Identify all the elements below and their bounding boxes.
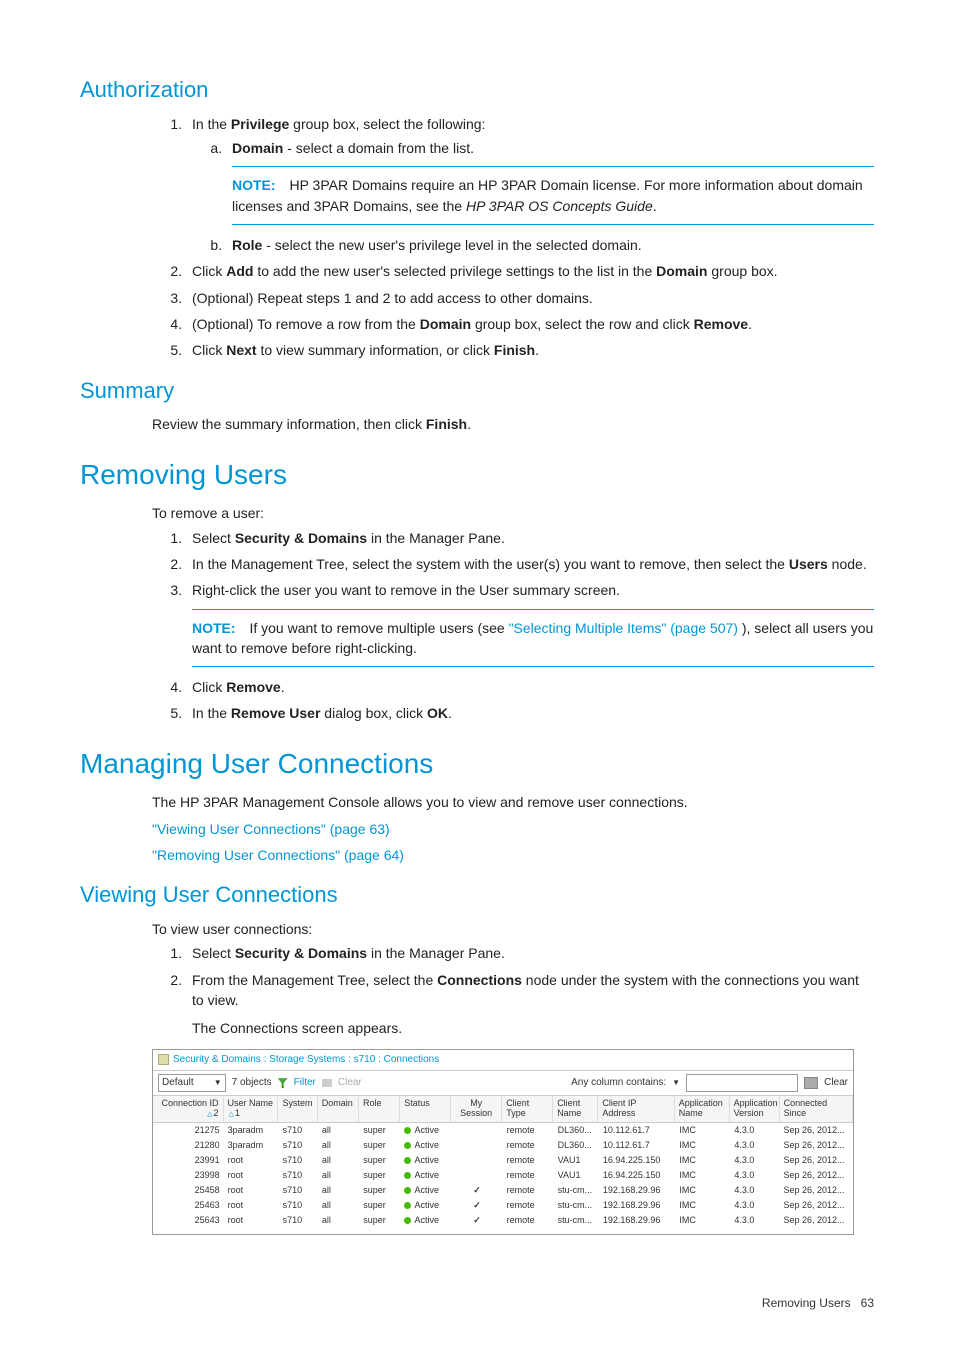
rem-step-5: In the Remove User dialog box, click OK.: [186, 703, 874, 723]
rem-step-3: Right-click the user you want to remove …: [186, 580, 874, 667]
managing-intro: The HP 3PAR Management Console allows yo…: [152, 792, 874, 812]
col-client-type[interactable]: Client Type: [502, 1096, 553, 1122]
note-multi-remove: NOTE: If you want to remove multiple use…: [192, 609, 874, 668]
screenshot-breadcrumb: Security & Domains : Storage Systems : s…: [153, 1050, 853, 1072]
auth-step-4: (Optional) To remove a row from the Doma…: [186, 314, 874, 334]
heading-summary: Summary: [80, 375, 874, 407]
col-domain[interactable]: Domain: [318, 1096, 359, 1122]
clear-search-button[interactable]: Clear: [824, 1076, 848, 1091]
heading-managing-connections: Managing User Connections: [80, 744, 874, 785]
note-label: NOTE:: [232, 177, 276, 193]
table-row[interactable]: 212753paradms710allsuperActiveremoteDL36…: [153, 1123, 853, 1138]
table-row[interactable]: 25643roots710allsuperActive✓remotestu-cm…: [153, 1213, 853, 1228]
col-client-ip[interactable]: Client IP Address: [598, 1096, 674, 1122]
col-my-session[interactable]: My Session: [451, 1096, 502, 1122]
clear-filter-icon: [322, 1079, 332, 1087]
table-row[interactable]: 25463roots710allsuperActive✓remotestu-cm…: [153, 1198, 853, 1213]
summary-body: Review the summary information, then cli…: [152, 414, 874, 434]
view-result-text: The Connections screen appears.: [192, 1018, 874, 1038]
group-dropdown[interactable]: Default▼: [158, 1074, 226, 1092]
table-row[interactable]: 212803paradms710allsuperActiveremoteDL36…: [153, 1138, 853, 1153]
col-role[interactable]: Role: [359, 1096, 400, 1122]
chevron-down-icon: ▼: [214, 1077, 222, 1089]
table-header-row: Connection ID △2 User Name △1 System Dom…: [153, 1096, 853, 1123]
note-domain-license: NOTE: HP 3PAR Domains require an HP 3PAR…: [232, 166, 874, 225]
page-footer: Removing Users 63: [80, 1295, 874, 1312]
filter-icon[interactable]: [278, 1078, 288, 1088]
auth-sub-a: Domain - select a domain from the list. …: [226, 138, 874, 225]
rem-step-2: In the Management Tree, select the syste…: [186, 554, 874, 574]
object-count: 7 objects: [232, 1076, 272, 1091]
auth-step-5: Click Next to view summary information, …: [186, 340, 874, 360]
col-connected-since[interactable]: Connected Since: [780, 1096, 853, 1122]
printer-icon[interactable]: [804, 1077, 818, 1089]
screenshot-toolbar: Default▼ 7 objects Filter Clear Any colu…: [153, 1071, 853, 1096]
chevron-down-icon[interactable]: ▼: [672, 1077, 680, 1089]
col-user-name[interactable]: User Name △1: [224, 1096, 279, 1122]
col-application-name[interactable]: Application Name: [675, 1096, 730, 1122]
auth-sub-b: Role - select the new user's privilege l…: [226, 235, 874, 255]
removing-steps: Select Security & Domains in the Manager…: [152, 528, 874, 724]
search-input[interactable]: [686, 1074, 798, 1092]
table-row[interactable]: 25458roots710allsuperActive✓remotestu-cm…: [153, 1183, 853, 1198]
auth-step-1: In the Privilege group box, select the f…: [186, 114, 874, 255]
col-connection-id[interactable]: Connection ID △2: [153, 1096, 224, 1122]
heading-authorization: Authorization: [80, 74, 874, 106]
note-label: NOTE:: [192, 620, 236, 636]
auth-substeps: Domain - select a domain from the list. …: [192, 138, 874, 255]
heading-removing-users: Removing Users: [80, 455, 874, 496]
view-step-1: Select Security & Domains in the Manager…: [186, 943, 874, 963]
table-body: 212753paradms710allsuperActiveremoteDL36…: [153, 1123, 853, 1228]
table-row[interactable]: 23991roots710allsuperActiveremoteVAU116.…: [153, 1153, 853, 1168]
link-selecting-multiple[interactable]: "Selecting Multiple Items" (page 507): [509, 620, 738, 636]
connections-screenshot: Security & Domains : Storage Systems : s…: [152, 1049, 854, 1236]
auth-step-3: (Optional) Repeat steps 1 and 2 to add a…: [186, 288, 874, 308]
clear-filter-button[interactable]: Clear: [338, 1076, 362, 1091]
any-column-label: Any column contains:: [571, 1076, 666, 1091]
removing-intro: To remove a user:: [152, 503, 874, 523]
link-viewing-connections[interactable]: "Viewing User Connections" (page 63): [152, 821, 390, 837]
rem-step-4: Click Remove.: [186, 677, 874, 697]
lock-icon: [158, 1054, 169, 1065]
col-system[interactable]: System: [278, 1096, 317, 1122]
viewing-steps: Select Security & Domains in the Manager…: [152, 943, 874, 1038]
authorization-steps: In the Privilege group box, select the f…: [152, 114, 874, 361]
heading-viewing-connections: Viewing User Connections: [80, 879, 874, 911]
col-client-name[interactable]: Client Name: [553, 1096, 598, 1122]
filter-button[interactable]: Filter: [294, 1076, 316, 1091]
col-status[interactable]: Status: [400, 1096, 451, 1122]
rem-step-1: Select Security & Domains in the Manager…: [186, 528, 874, 548]
table-row[interactable]: 23998roots710allsuperActiveremoteVAU116.…: [153, 1168, 853, 1183]
viewing-intro: To view user connections:: [152, 919, 874, 939]
link-removing-connections[interactable]: "Removing User Connections" (page 64): [152, 847, 404, 863]
auth-step-2: Click Add to add the new user's selected…: [186, 261, 874, 281]
col-application-version[interactable]: Application Version: [730, 1096, 780, 1122]
view-step-2: From the Management Tree, select the Con…: [186, 970, 874, 1039]
